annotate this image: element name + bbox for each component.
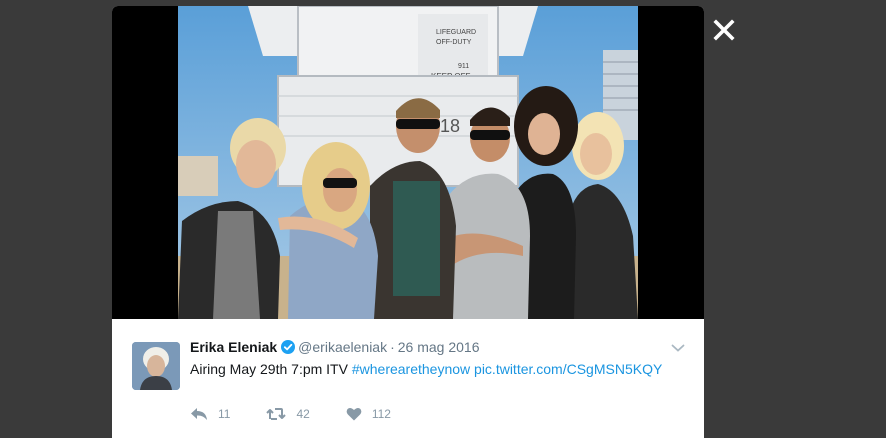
heart-icon (346, 408, 362, 421)
tower-number: 18 (440, 116, 460, 136)
tweet-card: Erika Eleniak @erikaeleniak · 26 mag 2016 A… (112, 319, 704, 438)
close-icon (713, 19, 735, 41)
media-area: LIFEGUARD OFF-DUTY 911 KEEP OFF 18 (112, 6, 704, 319)
verified-badge (281, 340, 296, 357)
sign-line-2: OFF-DUTY (436, 39, 472, 46)
hashtag-link[interactable]: #wherearetheynow (352, 361, 470, 377)
author-name[interactable]: Erika Eleniak (190, 339, 277, 355)
tweet-photo[interactable]: LIFEGUARD OFF-DUTY 911 KEEP OFF 18 (178, 6, 638, 319)
avatar[interactable] (132, 342, 180, 390)
author-handle[interactable]: @erikaeleniak (298, 339, 387, 355)
verified-badge-icon (281, 340, 296, 354)
retweet-count: 42 (296, 407, 310, 421)
media-modal: LIFEGUARD OFF-DUTY 911 KEEP OFF 18 (112, 6, 704, 438)
reply-button[interactable]: 11 (190, 407, 230, 421)
pic-link[interactable]: pic.twitter.com/CSgMSN5KQY (474, 361, 662, 377)
tweet-text-plain: Airing May 29th 7:pm ITV (190, 361, 352, 377)
tweet-text: Airing May 29th 7:pm ITV #wherearetheyno… (190, 361, 662, 377)
chevron-down-icon[interactable] (670, 340, 686, 356)
like-button[interactable]: 112 (346, 407, 391, 421)
tweet-actions: 11 42 112 (190, 404, 427, 424)
tweet-header: Erika Eleniak @erikaeleniak · 26 mag 2016 (190, 339, 480, 357)
avatar-image (132, 342, 180, 390)
reply-count: 11 (218, 407, 231, 421)
sign-line-1: LIFEGUARD (436, 29, 476, 36)
reply-icon (191, 408, 207, 420)
header-separator: · (390, 339, 395, 355)
retweet-icon (266, 408, 287, 420)
like-count: 112 (371, 407, 391, 421)
retweet-button[interactable]: 42 (266, 407, 310, 421)
close-button[interactable] (712, 18, 736, 42)
sign-line-3: 911 (458, 63, 469, 70)
tweet-date[interactable]: 26 mag 2016 (398, 339, 480, 355)
